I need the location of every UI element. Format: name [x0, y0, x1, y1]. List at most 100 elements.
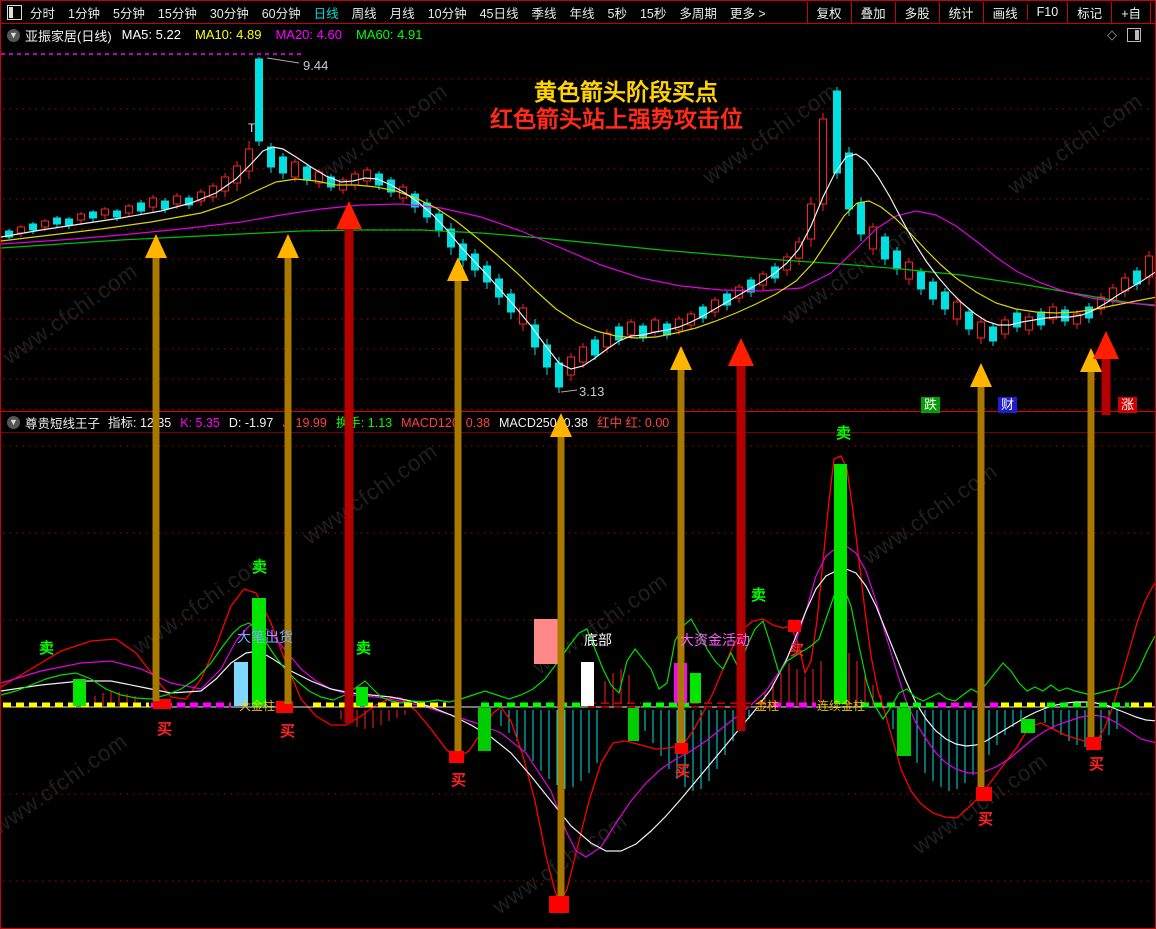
candle-body: [687, 313, 695, 326]
tool-button-标记[interactable]: 标记: [1067, 1, 1111, 23]
candle-body: [771, 266, 779, 279]
red-arrow-shaft: [344, 227, 354, 723]
candle-body: [893, 250, 901, 270]
candle-body: [303, 166, 311, 181]
period-tab-季线[interactable]: 季线: [532, 3, 557, 22]
watermark: www.cfchi.com: [0, 727, 133, 840]
candle-body: [905, 261, 913, 280]
candle-body: [723, 293, 731, 306]
tool-button-统计[interactable]: 统计: [938, 1, 983, 23]
candle-body: [543, 344, 551, 368]
tool-button-复权[interactable]: 复权: [806, 1, 851, 23]
tool-button-多股[interactable]: 多股: [894, 1, 939, 23]
candle-body: [77, 213, 85, 221]
indicator-field: 换手: 1.13: [335, 416, 393, 430]
tool-button-+自[interactable]: +自: [1111, 1, 1151, 23]
candle-body: [507, 293, 515, 313]
period-tab-30分钟[interactable]: 30分钟: [210, 3, 249, 22]
candle-body: [161, 200, 169, 210]
stock-chart-canvas[interactable]: [1, 1, 1156, 929]
candle-body: [363, 169, 371, 182]
watermark: www.cfchi.com: [127, 547, 273, 660]
period-tab-15分钟[interactable]: 15分钟: [158, 3, 197, 22]
candle-body: [977, 321, 985, 339]
indicator-bar-mark: [153, 699, 171, 709]
candle-body: [65, 218, 73, 226]
candle-body: [603, 332, 611, 348]
candle-body: [833, 90, 841, 174]
period-tab-60分钟[interactable]: 60分钟: [262, 3, 301, 22]
indicator-bar-mark: [674, 663, 687, 703]
candle-body: [567, 356, 575, 376]
period-tab-分时[interactable]: 分时: [30, 3, 55, 22]
watermark: www.cfchi.com: [297, 437, 443, 550]
window-icon[interactable]: [7, 4, 22, 20]
indicator-name: 尊贵短线王子: [25, 416, 101, 431]
candle-body: [351, 173, 359, 186]
watermark: www.cfchi.com: [527, 567, 673, 680]
indicator-bar-mark: [73, 679, 86, 706]
period-tab-10分钟[interactable]: 10分钟: [428, 3, 467, 22]
candle-body: [375, 173, 383, 186]
candle-body: [387, 179, 395, 193]
period-tab-年线[interactable]: 年线: [570, 3, 595, 22]
period-tab-月线[interactable]: 月线: [390, 3, 415, 22]
signal-square: [976, 787, 992, 801]
candle-body: [41, 220, 49, 228]
collapse-icon[interactable]: ▼: [7, 415, 20, 429]
period-tab-45日线[interactable]: 45日线: [480, 3, 519, 22]
sell-label: 卖: [252, 559, 268, 576]
signal-square: [1086, 737, 1101, 750]
tool-button-叠加[interactable]: 叠加: [850, 1, 895, 23]
period-tab-5秒[interactable]: 5秒: [608, 3, 627, 22]
candle-body: [29, 223, 37, 231]
candle-body: [459, 243, 467, 261]
candle-body: [699, 306, 707, 319]
yellow-buy-arrow: [1080, 348, 1102, 372]
candle-body: [125, 205, 133, 214]
period-tab-1分钟[interactable]: 1分钟: [68, 3, 100, 22]
candle-body: [197, 191, 205, 202]
red-attack-arrow: [728, 338, 754, 366]
ma-line: [1, 146, 1155, 370]
ma-value: MA20: 4.60: [275, 27, 342, 42]
period-tab-15秒[interactable]: 15秒: [640, 3, 666, 22]
candle-body: [651, 319, 659, 333]
trading-app-window: 分时 1分钟 5分钟 15分钟 30分钟 60分钟 日线 周线 月线 10分钟 45日线 季线 年线 5秒…: [0, 0, 1156, 929]
period-tab-更多 >[interactable]: 更多 >: [730, 3, 766, 22]
candle-body: [941, 291, 949, 310]
candle-body: [845, 152, 853, 210]
chart-labels-layer: 9.44 T 黄色箭头阶段买点 红色箭头站上强势攻击位 3.13 跌财涨卖卖卖卖卖买买买买…: [1, 1, 1155, 928]
watermark: www.cfchi.com: [1002, 87, 1148, 200]
tool-button-画线[interactable]: 画线: [982, 1, 1027, 23]
yellow-arrow-shaft: [557, 435, 565, 896]
candle-body: [137, 202, 145, 212]
candle-body: [989, 326, 997, 342]
diamond-icon[interactable]: ◇: [1107, 27, 1117, 43]
leader-line: [266, 57, 300, 64]
candle-body: [255, 58, 263, 142]
leader-line: [560, 389, 578, 393]
candle-body: [857, 202, 865, 235]
candle-body: [869, 226, 877, 250]
buy-label: 买: [280, 723, 296, 740]
tool-button-F10[interactable]: F10: [1026, 4, 1068, 20]
buy-label: 买: [1089, 756, 1105, 773]
candle-body: [483, 265, 491, 283]
collapse-icon[interactable]: ▼: [7, 28, 20, 42]
candle-body: [209, 185, 217, 198]
period-tab-多周期[interactable]: 多周期: [679, 3, 717, 22]
yellow-buy-arrow: [277, 234, 299, 258]
candle-body: [519, 307, 527, 325]
split-pane-icon[interactable]: [1127, 28, 1141, 42]
candle-body: [807, 203, 815, 240]
candle-body: [711, 299, 719, 313]
signal-square: [1021, 719, 1035, 733]
period-tab-周线[interactable]: 周线: [352, 3, 377, 22]
candle-body: [759, 273, 767, 286]
indicator-line: [1, 545, 1155, 858]
candle-body: [1049, 306, 1057, 320]
period-tab-5分钟[interactable]: 5分钟: [113, 3, 145, 22]
period-tab-日线[interactable]: 日线: [314, 3, 339, 22]
indicator-bar: ▼ 尊贵短线王子 指标: 12.35 K: 5.35 D: -1.97 J: 19.9…: [1, 411, 1155, 433]
